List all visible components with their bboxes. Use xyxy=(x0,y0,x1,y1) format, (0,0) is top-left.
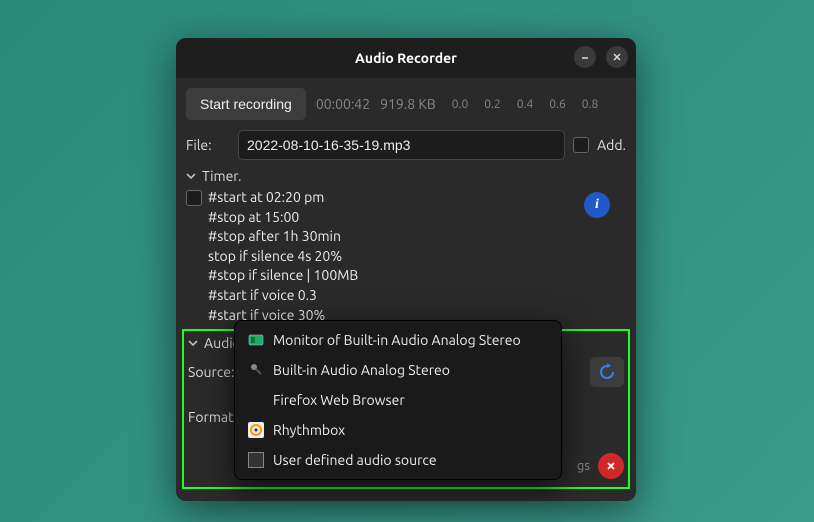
toolbar: Start recording 00:00:42 919.8 KB 0.0 0.… xyxy=(186,88,626,120)
refresh-button[interactable] xyxy=(590,357,624,387)
timer-line: #start at 02:20 pm xyxy=(208,188,626,208)
add-checkbox[interactable] xyxy=(573,137,589,153)
info-button[interactable]: i xyxy=(584,192,610,218)
option-label: Built-in Audio Analog Stereo xyxy=(273,362,450,378)
tick: 0.4 xyxy=(517,98,534,111)
source-option-monitor[interactable]: Monitor of Built-in Audio Analog Stereo xyxy=(235,325,561,355)
timer-line: #stop after 1h 30min xyxy=(208,227,626,247)
timer-line: stop if silence 4s 20% xyxy=(208,247,626,267)
titlebar: Audio Recorder xyxy=(176,38,636,78)
refresh-icon xyxy=(598,363,616,381)
tick: 0.2 xyxy=(484,98,501,111)
window-controls xyxy=(574,46,628,68)
source-dropdown-menu: Monitor of Built-in Audio Analog Stereo … xyxy=(234,320,562,480)
file-row: File: Add. xyxy=(186,130,626,160)
tick: 0.6 xyxy=(549,98,566,111)
level-ticks: 0.0 0.2 0.4 0.6 0.8 xyxy=(452,98,599,111)
source-option-userdefined[interactable]: User defined audio source xyxy=(235,445,561,475)
add-label: Add. xyxy=(597,137,626,153)
close-button[interactable] xyxy=(606,46,628,68)
chevron-down-icon xyxy=(186,168,198,184)
blank-icon xyxy=(247,391,265,409)
window-title: Audio Recorder xyxy=(355,50,457,66)
tick: 0.0 xyxy=(452,98,469,111)
soundcard-icon xyxy=(247,331,265,349)
option-label: Monitor of Built-in Audio Analog Stereo xyxy=(273,332,521,348)
microphone-icon xyxy=(247,361,265,379)
chevron-down-icon xyxy=(188,335,200,351)
window-close-button[interactable] xyxy=(598,453,624,479)
elapsed-time: 00:00:42 xyxy=(316,96,370,112)
option-label: Rhythmbox xyxy=(273,422,345,438)
timer-section: #start at 02:20 pm #stop at 15:00 #stop … xyxy=(186,188,626,325)
file-label: File: xyxy=(186,137,230,153)
source-option-builtin[interactable]: Built-in Audio Analog Stereo xyxy=(235,355,561,385)
filename-input[interactable] xyxy=(238,130,565,160)
timer-expander[interactable]: Timer. xyxy=(186,168,626,184)
rhythmbox-icon xyxy=(247,421,265,439)
timer-text[interactable]: #start at 02:20 pm #stop at 15:00 #stop … xyxy=(208,188,626,325)
source-option-firefox[interactable]: Firefox Web Browser xyxy=(235,385,561,415)
option-label: Firefox Web Browser xyxy=(273,392,405,408)
minimize-button[interactable] xyxy=(574,46,596,68)
timer-line: #start if voice 0.3 xyxy=(208,286,626,306)
timer-line: #stop at 15:00 xyxy=(208,208,626,228)
tick: 0.8 xyxy=(582,98,599,111)
start-recording-button[interactable]: Start recording xyxy=(186,88,306,120)
timer-header-label: Timer. xyxy=(202,168,241,184)
settings-button-partial[interactable]: gs xyxy=(577,459,590,473)
timer-line: #stop if silence | 100MB xyxy=(208,266,626,286)
timer-enable-checkbox[interactable] xyxy=(186,190,202,206)
option-label: User defined audio source xyxy=(273,452,437,468)
user-source-icon xyxy=(247,451,265,469)
file-size: 919.8 KB xyxy=(380,96,436,112)
source-option-rhythmbox[interactable]: Rhythmbox xyxy=(235,415,561,445)
